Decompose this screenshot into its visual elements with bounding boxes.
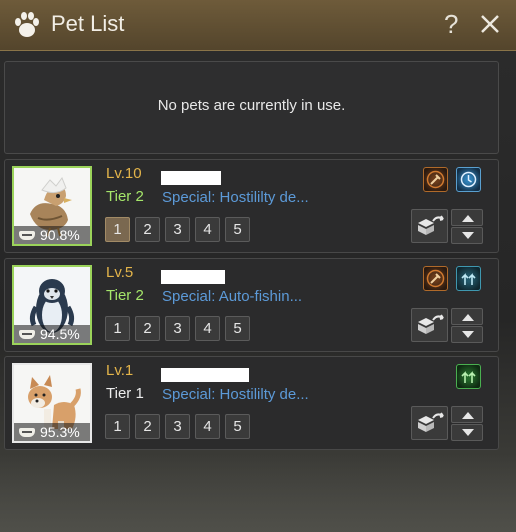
- hunger-percent: 94.5%: [40, 326, 80, 342]
- pet-portrait[interactable]: 95.3%: [12, 363, 92, 443]
- move-up-button[interactable]: [451, 308, 483, 325]
- hunger-percent: 90.8%: [40, 227, 80, 243]
- move-up-button[interactable]: [451, 209, 483, 226]
- close-icon[interactable]: [478, 10, 502, 38]
- pet-level: Lv.5: [106, 264, 134, 281]
- no-pets-notice: No pets are currently in use.: [4, 61, 499, 154]
- slot-3-button[interactable]: 3: [165, 217, 190, 242]
- hammer-skill-icon[interactable]: [423, 266, 448, 291]
- pet-card[interactable]: 90.8% Lv.10 Tier 2 Special: Hostililty d…: [4, 159, 499, 253]
- up-arrow-icon: [462, 412, 474, 419]
- move-up-button[interactable]: [451, 406, 483, 423]
- clock-skill-icon[interactable]: [456, 167, 481, 192]
- pet-special: Special: Hostililty de...: [162, 386, 309, 403]
- slot-4-button[interactable]: 4: [195, 217, 220, 242]
- slot-4-button[interactable]: 4: [195, 316, 220, 341]
- move-down-button[interactable]: [451, 227, 483, 244]
- slot-5-button[interactable]: 5: [225, 217, 250, 242]
- food-bowl-icon: [19, 330, 35, 339]
- pet-tier: Tier 1: [106, 385, 144, 402]
- move-down-button[interactable]: [451, 424, 483, 441]
- slot-2-button[interactable]: 2: [135, 217, 160, 242]
- swap-pet-button[interactable]: [411, 209, 448, 243]
- pet-level: Lv.1: [106, 362, 134, 379]
- pet-list-window: Pet List ? No pets are currently in use.: [0, 0, 516, 532]
- pet-tier: Tier 2: [106, 287, 144, 304]
- up-arrow-icon: [462, 314, 474, 321]
- title-bar[interactable]: Pet List ?: [0, 0, 516, 51]
- help-button[interactable]: ?: [444, 9, 458, 40]
- down-arrow-icon: [462, 232, 474, 239]
- hunger-percent: 95.3%: [40, 424, 80, 440]
- swap-icon: [418, 314, 444, 334]
- hunger-bar: 94.5%: [14, 325, 90, 343]
- down-arrow-icon: [462, 331, 474, 338]
- up-arrow-icon: [462, 215, 474, 222]
- swap-icon: [418, 412, 444, 432]
- up-arrows-skill-icon[interactable]: [456, 266, 481, 291]
- hunger-bar: 95.3%: [14, 423, 90, 441]
- swap-icon: [418, 215, 444, 235]
- paw-icon: [15, 12, 39, 37]
- slot-5-button[interactable]: 5: [225, 316, 250, 341]
- pet-level: Lv.10: [106, 165, 142, 182]
- pet-tier: Tier 2: [106, 188, 144, 205]
- pet-card[interactable]: 94.5% Lv.5 Tier 2 Special: Auto-fishin..…: [4, 258, 499, 352]
- slot-2-button[interactable]: 2: [135, 414, 160, 439]
- pet-portrait[interactable]: 94.5%: [12, 265, 92, 345]
- swap-pet-button[interactable]: [411, 406, 448, 440]
- slot-4-button[interactable]: 4: [195, 414, 220, 439]
- redacted-pet-name: [161, 270, 225, 284]
- notice-text: No pets are currently in use.: [157, 97, 346, 114]
- redacted-pet-name: [161, 171, 221, 185]
- background-scene: [0, 455, 516, 532]
- slot-2-button[interactable]: 2: [135, 316, 160, 341]
- pet-special: Special: Auto-fishin...: [162, 288, 303, 305]
- food-bowl-icon: [19, 231, 35, 240]
- swap-pet-button[interactable]: [411, 308, 448, 342]
- pet-portrait[interactable]: 90.8%: [12, 166, 92, 246]
- slot-3-button[interactable]: 3: [165, 414, 190, 439]
- pet-card[interactable]: 95.3% Lv.1 Tier 1 Special: Hostililty de…: [4, 356, 499, 450]
- redacted-pet-name: [161, 368, 249, 382]
- window-title: Pet List: [51, 11, 125, 36]
- move-down-button[interactable]: [451, 326, 483, 343]
- slot-1-button[interactable]: 1: [105, 217, 130, 242]
- slot-1-button[interactable]: 1: [105, 414, 130, 439]
- hammer-skill-icon[interactable]: [423, 167, 448, 192]
- slot-3-button[interactable]: 3: [165, 316, 190, 341]
- hunger-bar: 90.8%: [14, 226, 90, 244]
- green-up-arrows-skill-icon[interactable]: [456, 364, 481, 389]
- slot-5-button[interactable]: 5: [225, 414, 250, 439]
- pet-special: Special: Hostililty de...: [162, 189, 309, 206]
- down-arrow-icon: [462, 429, 474, 436]
- food-bowl-icon: [19, 428, 35, 437]
- slot-1-button[interactable]: 1: [105, 316, 130, 341]
